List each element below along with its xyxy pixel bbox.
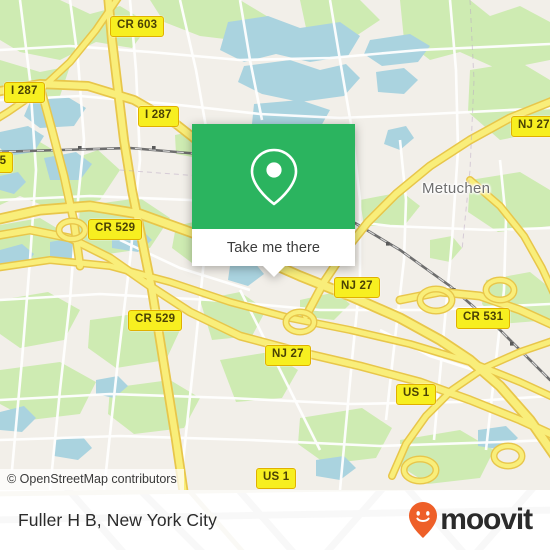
road-shield[interactable]: I 287 — [138, 106, 179, 127]
osm-attribution[interactable]: © OpenStreetMap contributors — [0, 469, 184, 490]
popup-pointer-tail — [262, 266, 285, 277]
moovit-wordmark: moovit — [440, 503, 533, 536]
place-label-metuchen: Metuchen — [422, 180, 491, 197]
road-shield[interactable]: I 287 — [4, 82, 45, 103]
page-title: Fuller H B, New York City — [18, 509, 217, 530]
map-screen: Metuchen CR 603 I 287 I 287 NJ 27 65 CR … — [0, 0, 550, 550]
road-shield[interactable]: NJ 27 — [334, 277, 380, 298]
road-shield[interactable]: NJ 27 — [511, 116, 550, 137]
road-shield[interactable]: CR 603 — [110, 16, 165, 37]
road-shield[interactable]: CR 531 — [456, 308, 511, 329]
road-shield[interactable]: US 1 — [256, 468, 297, 489]
map-canvas[interactable]: Metuchen CR 603 I 287 I 287 NJ 27 65 CR … — [0, 0, 550, 490]
road-shield[interactable]: US 1 — [396, 384, 437, 405]
moovit-logo[interactable]: moovit — [408, 501, 533, 539]
moovit-pin-smile-icon — [409, 502, 438, 538]
popup-action-area[interactable]: Take me there — [192, 229, 355, 277]
location-popup-card[interactable]: Take me there — [192, 124, 355, 277]
map-pin-icon — [250, 148, 297, 205]
popup-icon-area — [192, 124, 355, 229]
take-me-there-label: Take me there — [226, 239, 321, 256]
road-shield[interactable]: 65 — [0, 152, 14, 173]
road-shield[interactable]: NJ 27 — [265, 345, 311, 366]
road-shield[interactable]: CR 529 — [88, 219, 143, 240]
road-shield[interactable]: CR 529 — [128, 310, 183, 331]
footer-bar: Fuller H B, New York City moovit — [0, 490, 550, 550]
